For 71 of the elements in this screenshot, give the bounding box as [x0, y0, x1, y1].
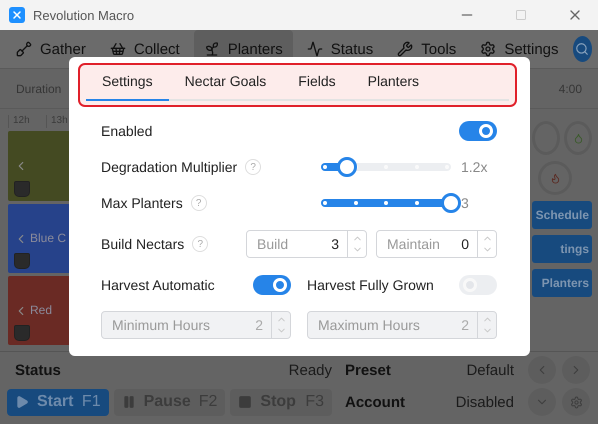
- toggle-switch[interactable]: [253, 275, 291, 295]
- help-icon[interactable]: ?: [190, 195, 207, 211]
- setting-label: Harvest Fully Grown: [307, 277, 434, 293]
- account-label: Account: [345, 394, 405, 410]
- stop-icon: [238, 395, 252, 409]
- dropdown-button[interactable]: [528, 388, 556, 416]
- toggle-switch[interactable]: [459, 121, 497, 141]
- account-value: Disabled: [456, 394, 514, 410]
- field-value: 2: [461, 317, 470, 333]
- wrench-icon: [397, 41, 414, 57]
- setting-label: Enabled: [101, 123, 152, 139]
- slider-thumb[interactable]: [337, 157, 357, 177]
- sprout-icon: [204, 41, 220, 57]
- next-button[interactable]: [562, 356, 590, 384]
- flame-icon: [550, 172, 560, 184]
- previous-button[interactable]: [528, 356, 556, 384]
- nav-tab[interactable]: Collect: [100, 30, 190, 68]
- app-logo-icon: [9, 7, 25, 23]
- gear-icon: [570, 396, 582, 408]
- droplet-icon: [572, 132, 584, 144]
- gear-icon: [480, 41, 496, 57]
- play-icon: [15, 395, 29, 409]
- preset-label: Preset: [345, 362, 391, 378]
- dialog-tab[interactable]: Nectar Goals: [168, 65, 282, 101]
- field-label: Minimum Hours: [111, 317, 210, 333]
- dialog-tab[interactable]: Fields: [282, 65, 352, 101]
- setting-label: Degradation Multiplier: [101, 159, 238, 175]
- field-label: Maintain: [386, 236, 440, 252]
- settings-button[interactable]: [562, 388, 590, 416]
- setting-label: Build Nectars: [101, 236, 184, 252]
- field-label: Maximum Hours: [317, 317, 420, 333]
- nav-tab[interactable]: Status: [296, 30, 384, 68]
- basket-icon: [110, 41, 126, 57]
- preset-value: Default: [466, 362, 514, 378]
- maximize-icon[interactable]: [515, 9, 527, 21]
- slider-value: 3: [461, 195, 470, 211]
- field-value: 2: [255, 317, 264, 333]
- slider-value: 1.2x: [461, 159, 488, 175]
- nav-tab[interactable]: Settings: [470, 30, 569, 68]
- field-value: 3: [331, 236, 340, 252]
- nav-tab[interactable]: Gather: [6, 30, 96, 68]
- planter-name: Red: [30, 303, 52, 318]
- nav-tab[interactable]: Tools: [387, 30, 466, 68]
- planter-pot-icon: [14, 252, 30, 269]
- side-button[interactable]: Schedule: [532, 201, 592, 229]
- number-field[interactable]: Build 3: [246, 230, 367, 258]
- planter-pot-icon: [14, 180, 30, 197]
- setting-label: Harvest Automatic: [101, 277, 215, 293]
- search-button[interactable]: [572, 36, 592, 62]
- slider-thumb[interactable]: [441, 193, 461, 213]
- shovel-icon: [16, 41, 32, 57]
- pause-icon: [122, 395, 136, 409]
- dialog-tab[interactable]: Settings: [86, 65, 169, 101]
- side-button[interactable]: Planters: [532, 269, 592, 297]
- field-label: Build: [256, 236, 288, 252]
- planter-name: Blue C: [30, 231, 66, 246]
- help-icon[interactable]: ?: [192, 236, 208, 252]
- number-field[interactable]: Maintain 0: [376, 230, 497, 258]
- field-value: 0: [461, 236, 470, 252]
- toggle-switch[interactable]: [459, 275, 497, 295]
- setting-label: Max Planters: [101, 195, 183, 211]
- status-label: Status: [15, 362, 61, 378]
- status-value: Ready: [288, 362, 332, 378]
- control-button[interactable]: Start F1: [7, 388, 109, 416]
- pulse-icon: [306, 41, 323, 57]
- side-button[interactable]: tings: [532, 235, 592, 263]
- search-icon[interactable]: [575, 42, 590, 56]
- dialog-tab[interactable]: Planters: [352, 65, 436, 101]
- planter-pot-icon: [14, 325, 30, 342]
- help-icon[interactable]: ?: [245, 159, 262, 175]
- window-title: Revolution Macro: [33, 8, 136, 22]
